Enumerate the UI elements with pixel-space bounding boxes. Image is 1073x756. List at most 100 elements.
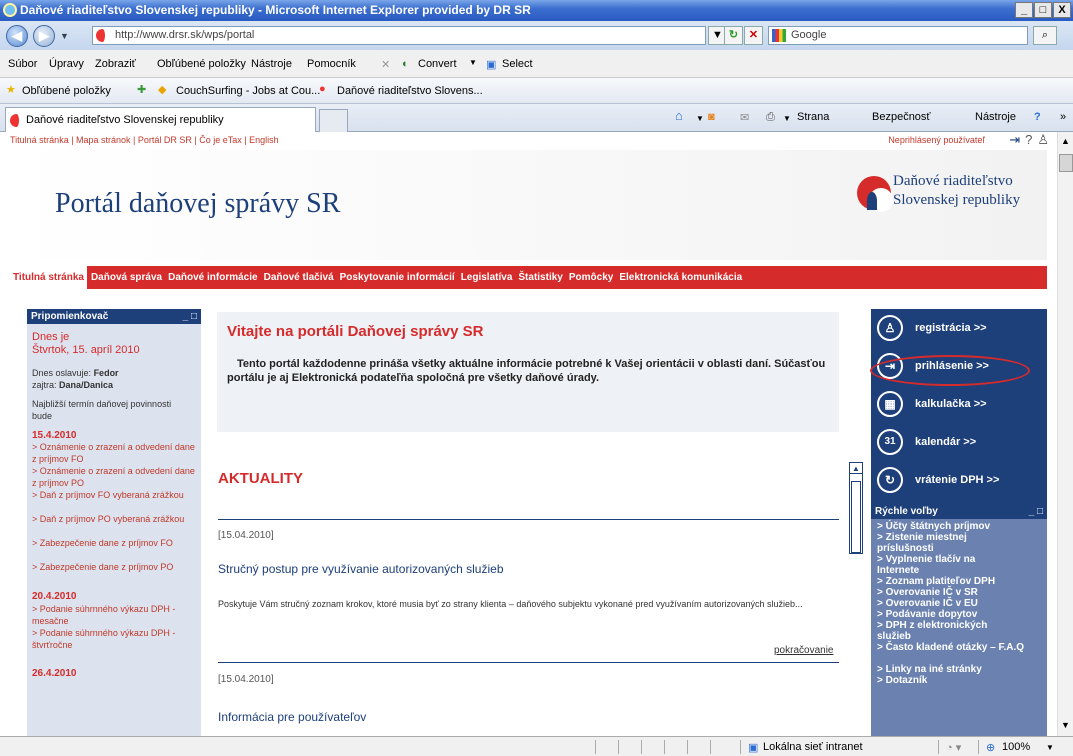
mail-icon[interactable]: ✉: [740, 111, 749, 124]
nav-danova-sprava[interactable]: Daňová správa: [89, 272, 164, 283]
quick-link[interactable]: > Linky na iné stránky: [877, 664, 1045, 675]
deadline-item[interactable]: > Zabezpečenie dane z príjmov FO: [32, 537, 197, 549]
zoom-icon[interactable]: ⊕: [986, 741, 995, 754]
unsigned-user-link[interactable]: Neprihlásený používateľ: [888, 135, 985, 145]
deadline-item[interactable]: > Zabezpečenie dane z príjmov PO: [32, 561, 197, 573]
scroll-down-icon[interactable]: ▼: [1060, 720, 1071, 731]
deadline-item[interactable]: > Oznámenie o zrazení a odvedení dane z …: [32, 465, 197, 489]
news-title[interactable]: Informácia pre používateľov: [218, 710, 366, 724]
home-icon[interactable]: ⌂: [675, 108, 683, 123]
nav-pomocky[interactable]: Pomôcky: [567, 272, 615, 283]
search-icon[interactable]: ⌕: [1033, 26, 1057, 45]
url-field[interactable]: http://www.drsr.sk/wps/portal: [92, 26, 706, 45]
quick-link[interactable]: > Dotazník: [877, 675, 1045, 686]
nav-elektronicka[interactable]: Elektronická komunikácia: [617, 272, 744, 283]
deadline-item[interactable]: > Daň z príjmov PO vyberaná zrážkou: [32, 513, 197, 525]
scroll-thumb[interactable]: [1059, 154, 1073, 172]
forward-button[interactable]: ▶: [33, 25, 55, 47]
page-menu[interactable]: Strana: [797, 111, 829, 123]
menu-bar: Súbor Úpravy Zobraziť Obľúbené položky N…: [0, 50, 1073, 78]
quick-link[interactable]: > Zoznam platiteľov DPH: [877, 576, 1045, 587]
favorite-link-couchsurfing[interactable]: CouchSurfing - Jobs at Cou...: [176, 85, 320, 97]
nav-danove-informacie[interactable]: Daňové informácie: [166, 272, 259, 283]
zoom-dropdown-icon[interactable]: ▼: [1046, 743, 1054, 752]
menu-subor[interactable]: Súbor: [8, 58, 37, 70]
convert-button[interactable]: Convert: [418, 58, 457, 70]
zoom-level[interactable]: 100%: [1002, 741, 1030, 753]
panel-controls-icon[interactable]: _ □: [183, 309, 197, 324]
nav-titulna[interactable]: Titulná stránka: [10, 266, 87, 289]
sitemap-icon[interactable]: ♙: [1037, 132, 1049, 148]
convert-icon: ◐: [402, 58, 409, 70]
scroll-up-icon[interactable]: ▲: [850, 463, 862, 474]
nav-danove-tlaciva[interactable]: Daňové tlačivá: [262, 272, 336, 283]
add-favorite-icon[interactable]: ✚: [137, 83, 146, 96]
refresh-icon[interactable]: ↻: [724, 26, 743, 45]
news-scrollbar[interactable]: ▲: [849, 462, 863, 554]
favorites-button[interactable]: Obľúbené položky: [22, 85, 111, 97]
site-favicon-icon: [96, 29, 109, 42]
help-icon[interactable]: ?: [1034, 111, 1041, 123]
home-dropdown-icon[interactable]: ▼: [696, 114, 704, 123]
minimize-button[interactable]: _: [1015, 2, 1033, 18]
menu-nastroje[interactable]: Nástroje: [251, 58, 292, 70]
panel-controls-icon[interactable]: _ □: [1029, 505, 1043, 519]
news-title[interactable]: Stručný postup pre využívanie autorizova…: [218, 562, 504, 576]
couchsurfing-favicon-icon: ◆: [158, 84, 167, 96]
deadline-item[interactable]: > Daň z príjmov FO vyberaná zrážkou: [32, 489, 197, 501]
drsr-logo-icon: [857, 176, 893, 212]
scroll-up-icon[interactable]: ▲: [1060, 136, 1071, 147]
menu-zobrazit[interactable]: Zobraziť: [95, 58, 136, 70]
quick-link[interactable]: > Vyplnenie tlačív na Internete: [877, 554, 1007, 576]
quick-link[interactable]: > Účty štátnych príjmov: [877, 521, 1045, 532]
tools-menu[interactable]: Nástroje: [975, 111, 1016, 123]
new-tab-button[interactable]: [319, 109, 348, 132]
namesday-tomorrow: zajtra: Dana/Danica: [32, 380, 114, 390]
quick-link[interactable]: > Podávanie dopytov: [877, 609, 1045, 620]
read-more-link[interactable]: pokračovanie: [774, 645, 833, 656]
quick-link[interactable]: > Overovanie IČ v SR: [877, 587, 1045, 598]
quick-link[interactable]: > Overovanie IČ v EU: [877, 598, 1045, 609]
registration-button[interactable]: ♙ registrácia >>: [877, 315, 1045, 347]
quick-link[interactable]: > DPH z elektronických služieb: [877, 620, 1017, 642]
page-scrollbar[interactable]: ▲ ▼: [1057, 132, 1073, 736]
print-icon[interactable]: ⎙: [766, 111, 775, 124]
calculator-button[interactable]: ▦ kalkulačka >>: [877, 391, 1045, 423]
calendar-button[interactable]: 31 kalendár >>: [877, 429, 1045, 461]
top-links[interactable]: Titulná stránka | Mapa stránok | Portál …: [10, 135, 279, 145]
quick-link[interactable]: > Často kladené otázky – F.A.Q: [877, 642, 1032, 653]
maximize-button[interactable]: □: [1034, 2, 1052, 18]
chevron-more-icon[interactable]: »: [1060, 111, 1066, 123]
print-dropdown-icon[interactable]: ▼: [783, 114, 791, 123]
tab-active[interactable]: Daňové riaditeľstvo Slovenskej republiky: [5, 107, 316, 132]
toolbar-close-icon[interactable]: ✕: [381, 58, 390, 71]
select-button[interactable]: Select: [502, 58, 533, 70]
scroll-thumb[interactable]: [851, 481, 861, 553]
search-input[interactable]: Google: [768, 26, 1028, 45]
protected-mode-icon[interactable]: ◔ ▾: [946, 741, 961, 754]
deadline-item[interactable]: > Oznámenie o zrazení a odvedení dane z …: [32, 441, 197, 465]
close-button[interactable]: X: [1053, 2, 1071, 18]
deadline-label: Najbližší termín daňovej povinnosti bude: [32, 399, 172, 421]
menu-upravy[interactable]: Úpravy: [49, 58, 84, 70]
nav-poskytovanie[interactable]: Poskytovanie informácií: [338, 272, 457, 283]
stop-icon[interactable]: ✕: [744, 26, 763, 45]
back-button[interactable]: ◀: [6, 25, 28, 47]
safety-menu[interactable]: Bezpečnosť: [872, 111, 931, 123]
status-bar: ▣ Lokálna sieť intranet ◔ ▾ ⊕ 100% ▼: [0, 736, 1073, 756]
help-circle-icon[interactable]: ?: [1025, 132, 1032, 148]
deadline-item[interactable]: > Podanie súhrnného výkazu DPH - štvrťro…: [32, 627, 197, 651]
convert-dropdown-icon[interactable]: ▼: [469, 58, 477, 67]
menu-pomocnik[interactable]: Pomocník: [307, 58, 356, 70]
nav-statistiky[interactable]: Štatistiky: [516, 272, 564, 283]
login-arrow-icon[interactable]: ⇥: [1009, 132, 1020, 148]
deadline-item[interactable]: > Podanie súhrnného výkazu DPH - mesačne: [32, 603, 197, 627]
feeds-icon[interactable]: ◙: [708, 111, 715, 123]
nav-legislativa[interactable]: Legislatíva: [459, 272, 515, 283]
menu-oblubene[interactable]: Obľúbené položky: [157, 58, 246, 70]
favorite-link-drsr[interactable]: Daňové riaditeľstvo Slovens...: [337, 85, 483, 97]
quick-link[interactable]: > Zistenie miestnej príslušnosti: [877, 532, 1007, 554]
today-date: Štvrtok, 15. apríl 2010: [32, 344, 140, 356]
history-dropdown-icon[interactable]: ▼: [60, 31, 69, 41]
vat-refund-button[interactable]: ↻ vrátenie DPH >>: [877, 467, 1045, 499]
